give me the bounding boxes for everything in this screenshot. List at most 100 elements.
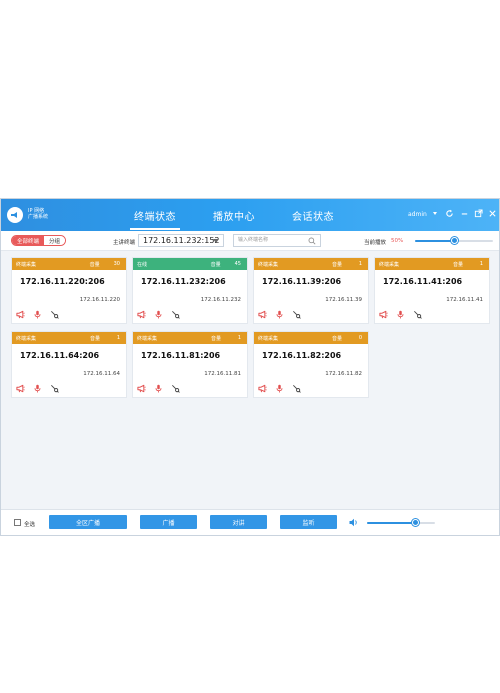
terminal-card-header: 在线 音量 45	[133, 258, 247, 270]
main-terminal-value: 172.16.11.232:152	[143, 236, 220, 245]
main-terminal-label: 主讲终端	[113, 240, 136, 246]
current-volume-percent: 50%	[391, 238, 404, 244]
volume-label: 音量	[210, 261, 221, 268]
terminal-ip: 172.16.11.64	[83, 371, 120, 377]
terminal-ip: 172.16.11.39	[325, 297, 362, 303]
filter-toolbar: 全部终端 分组 主讲终端 172.16.11.232:152 输入终端名称 当前…	[1, 231, 499, 251]
seg-all-terminals[interactable]: 全部终端	[12, 236, 45, 245]
minimize-icon[interactable]	[460, 209, 469, 218]
terminal-card-header: 终端采集 音量 1	[133, 332, 247, 344]
terminal-actions	[379, 310, 422, 319]
volume-slider-fill	[367, 522, 416, 524]
refresh-icon[interactable]	[445, 209, 454, 218]
logo-line-2: 广播系统	[28, 214, 49, 220]
terminal-card[interactable]: 终端采集 音量 1 172.16.11.39:206 172.16.11.39	[253, 257, 369, 324]
microphone-icon[interactable]	[275, 384, 284, 393]
main-terminal-select[interactable]: 172.16.11.232:152	[138, 234, 224, 247]
current-volume-slider[interactable]	[415, 237, 493, 244]
speaker-volume-icon	[349, 518, 357, 527]
monitor-button[interactable]: 监听	[280, 515, 337, 529]
select-all-checkbox[interactable]	[14, 519, 21, 526]
chevron-down-icon[interactable]	[433, 212, 437, 215]
terminal-scope-toggle: 全部终端 分组	[11, 235, 67, 246]
microphone-icon[interactable]	[275, 310, 284, 319]
terminal-card-header: 终端采集 音量 1	[375, 258, 489, 270]
volume-value: 1	[237, 335, 241, 341]
broadcast-app-window: IP 网络 广播系统 终端状态 播放中心 会话状态 admin 全部终端 分组 …	[0, 198, 500, 536]
terminal-address: 172.16.11.220:206	[20, 277, 105, 286]
monitor-probe-icon[interactable]	[171, 310, 180, 319]
terminal-card[interactable]: 终端采集 音量 1 172.16.11.81:206 172.16.11.81	[132, 331, 248, 398]
megaphone-icon[interactable]	[137, 310, 146, 319]
terminal-status-label: 终端采集	[16, 335, 37, 342]
logo-icon	[7, 207, 23, 223]
megaphone-icon[interactable]	[16, 310, 25, 319]
terminal-ip: 172.16.11.41	[446, 297, 483, 303]
terminal-ip: 172.16.11.81	[204, 371, 241, 377]
microphone-icon[interactable]	[154, 310, 163, 319]
megaphone-icon[interactable]	[16, 384, 25, 393]
megaphone-icon[interactable]	[137, 384, 146, 393]
microphone-icon[interactable]	[154, 384, 163, 393]
megaphone-icon[interactable]	[379, 310, 388, 319]
terminal-card[interactable]: 在线 音量 45 172.16.11.232:206 172.16.11.232	[132, 257, 248, 324]
monitor-probe-icon[interactable]	[413, 310, 422, 319]
volume-slider-knob[interactable]	[412, 519, 420, 526]
terminal-card[interactable]: 终端采集 音量 1 172.16.11.41:206 172.16.11.41	[374, 257, 490, 324]
volume-value: 1	[479, 261, 483, 267]
volume-label: 音量	[452, 261, 463, 268]
volume-label: 音量	[210, 335, 221, 342]
output-volume-slider[interactable]	[367, 519, 435, 526]
terminal-actions	[16, 384, 59, 393]
tab-play-center[interactable]: 播放中心	[213, 208, 255, 223]
monitor-probe-icon[interactable]	[292, 384, 301, 393]
monitor-probe-icon[interactable]	[292, 310, 301, 319]
tab-session-status[interactable]: 会话状态	[292, 208, 334, 223]
monitor-probe-icon[interactable]	[50, 384, 59, 393]
chevron-down-icon	[213, 239, 219, 243]
terminal-card[interactable]: 终端采集 音量 30 172.16.11.220:206 172.16.11.220	[11, 257, 127, 324]
all-zone-broadcast-button[interactable]: 全区广播	[49, 515, 127, 529]
terminal-actions	[137, 310, 180, 319]
volume-value: 1	[358, 261, 362, 267]
intercom-button[interactable]: 对讲	[210, 515, 267, 529]
microphone-icon[interactable]	[33, 310, 42, 319]
microphone-icon[interactable]	[396, 310, 405, 319]
seg-groups[interactable]: 分组	[44, 236, 66, 245]
volume-value: 1	[116, 335, 120, 341]
terminal-card-header: 终端采集 音量 30	[12, 258, 126, 270]
terminal-status-label: 终端采集	[137, 335, 158, 342]
terminal-status-label: 终端采集	[258, 335, 279, 342]
terminal-search-input[interactable]: 输入终端名称	[233, 234, 321, 247]
volume-value: 0	[358, 335, 362, 341]
current-play-label: 当前播放	[364, 240, 387, 246]
monitor-probe-icon[interactable]	[171, 384, 180, 393]
terminal-card[interactable]: 终端采集 音量 0 172.16.11.82:206 172.16.11.82	[253, 331, 369, 398]
megaphone-icon[interactable]	[258, 384, 267, 393]
app-logo-text: IP 网络 广播系统	[28, 208, 48, 220]
terminal-card-header: 终端采集 音量 0	[254, 332, 368, 344]
user-menu[interactable]: admin	[408, 211, 427, 218]
action-footer: 全选 全区广播 广播 对讲 监听	[1, 509, 499, 535]
select-all-label: 全选	[24, 522, 36, 528]
volume-slider-knob[interactable]	[450, 237, 458, 244]
volume-slider-fill	[415, 240, 454, 242]
terminal-address: 172.16.11.41:206	[383, 277, 463, 286]
monitor-probe-icon[interactable]	[50, 310, 59, 319]
terminal-status-label: 终端采集	[379, 261, 400, 268]
megaphone-icon[interactable]	[258, 310, 267, 319]
search-placeholder: 输入终端名称	[238, 237, 269, 243]
external-window-icon[interactable]	[474, 209, 483, 218]
terminal-card-header: 终端采集 音量 1	[254, 258, 368, 270]
terminal-ip: 172.16.11.82	[325, 371, 362, 377]
microphone-icon[interactable]	[33, 384, 42, 393]
close-icon[interactable]	[488, 209, 497, 218]
terminal-card[interactable]: 终端采集 音量 1 172.16.11.64:206 172.16.11.64	[11, 331, 127, 398]
terminal-address: 172.16.11.82:206	[262, 351, 342, 360]
tab-terminal-status[interactable]: 终端状态	[130, 208, 180, 230]
terminal-status-label: 在线	[137, 261, 148, 268]
volume-label: 音量	[331, 335, 342, 342]
broadcast-button[interactable]: 广播	[140, 515, 197, 529]
volume-label: 音量	[89, 261, 100, 268]
volume-value: 45	[234, 261, 241, 267]
